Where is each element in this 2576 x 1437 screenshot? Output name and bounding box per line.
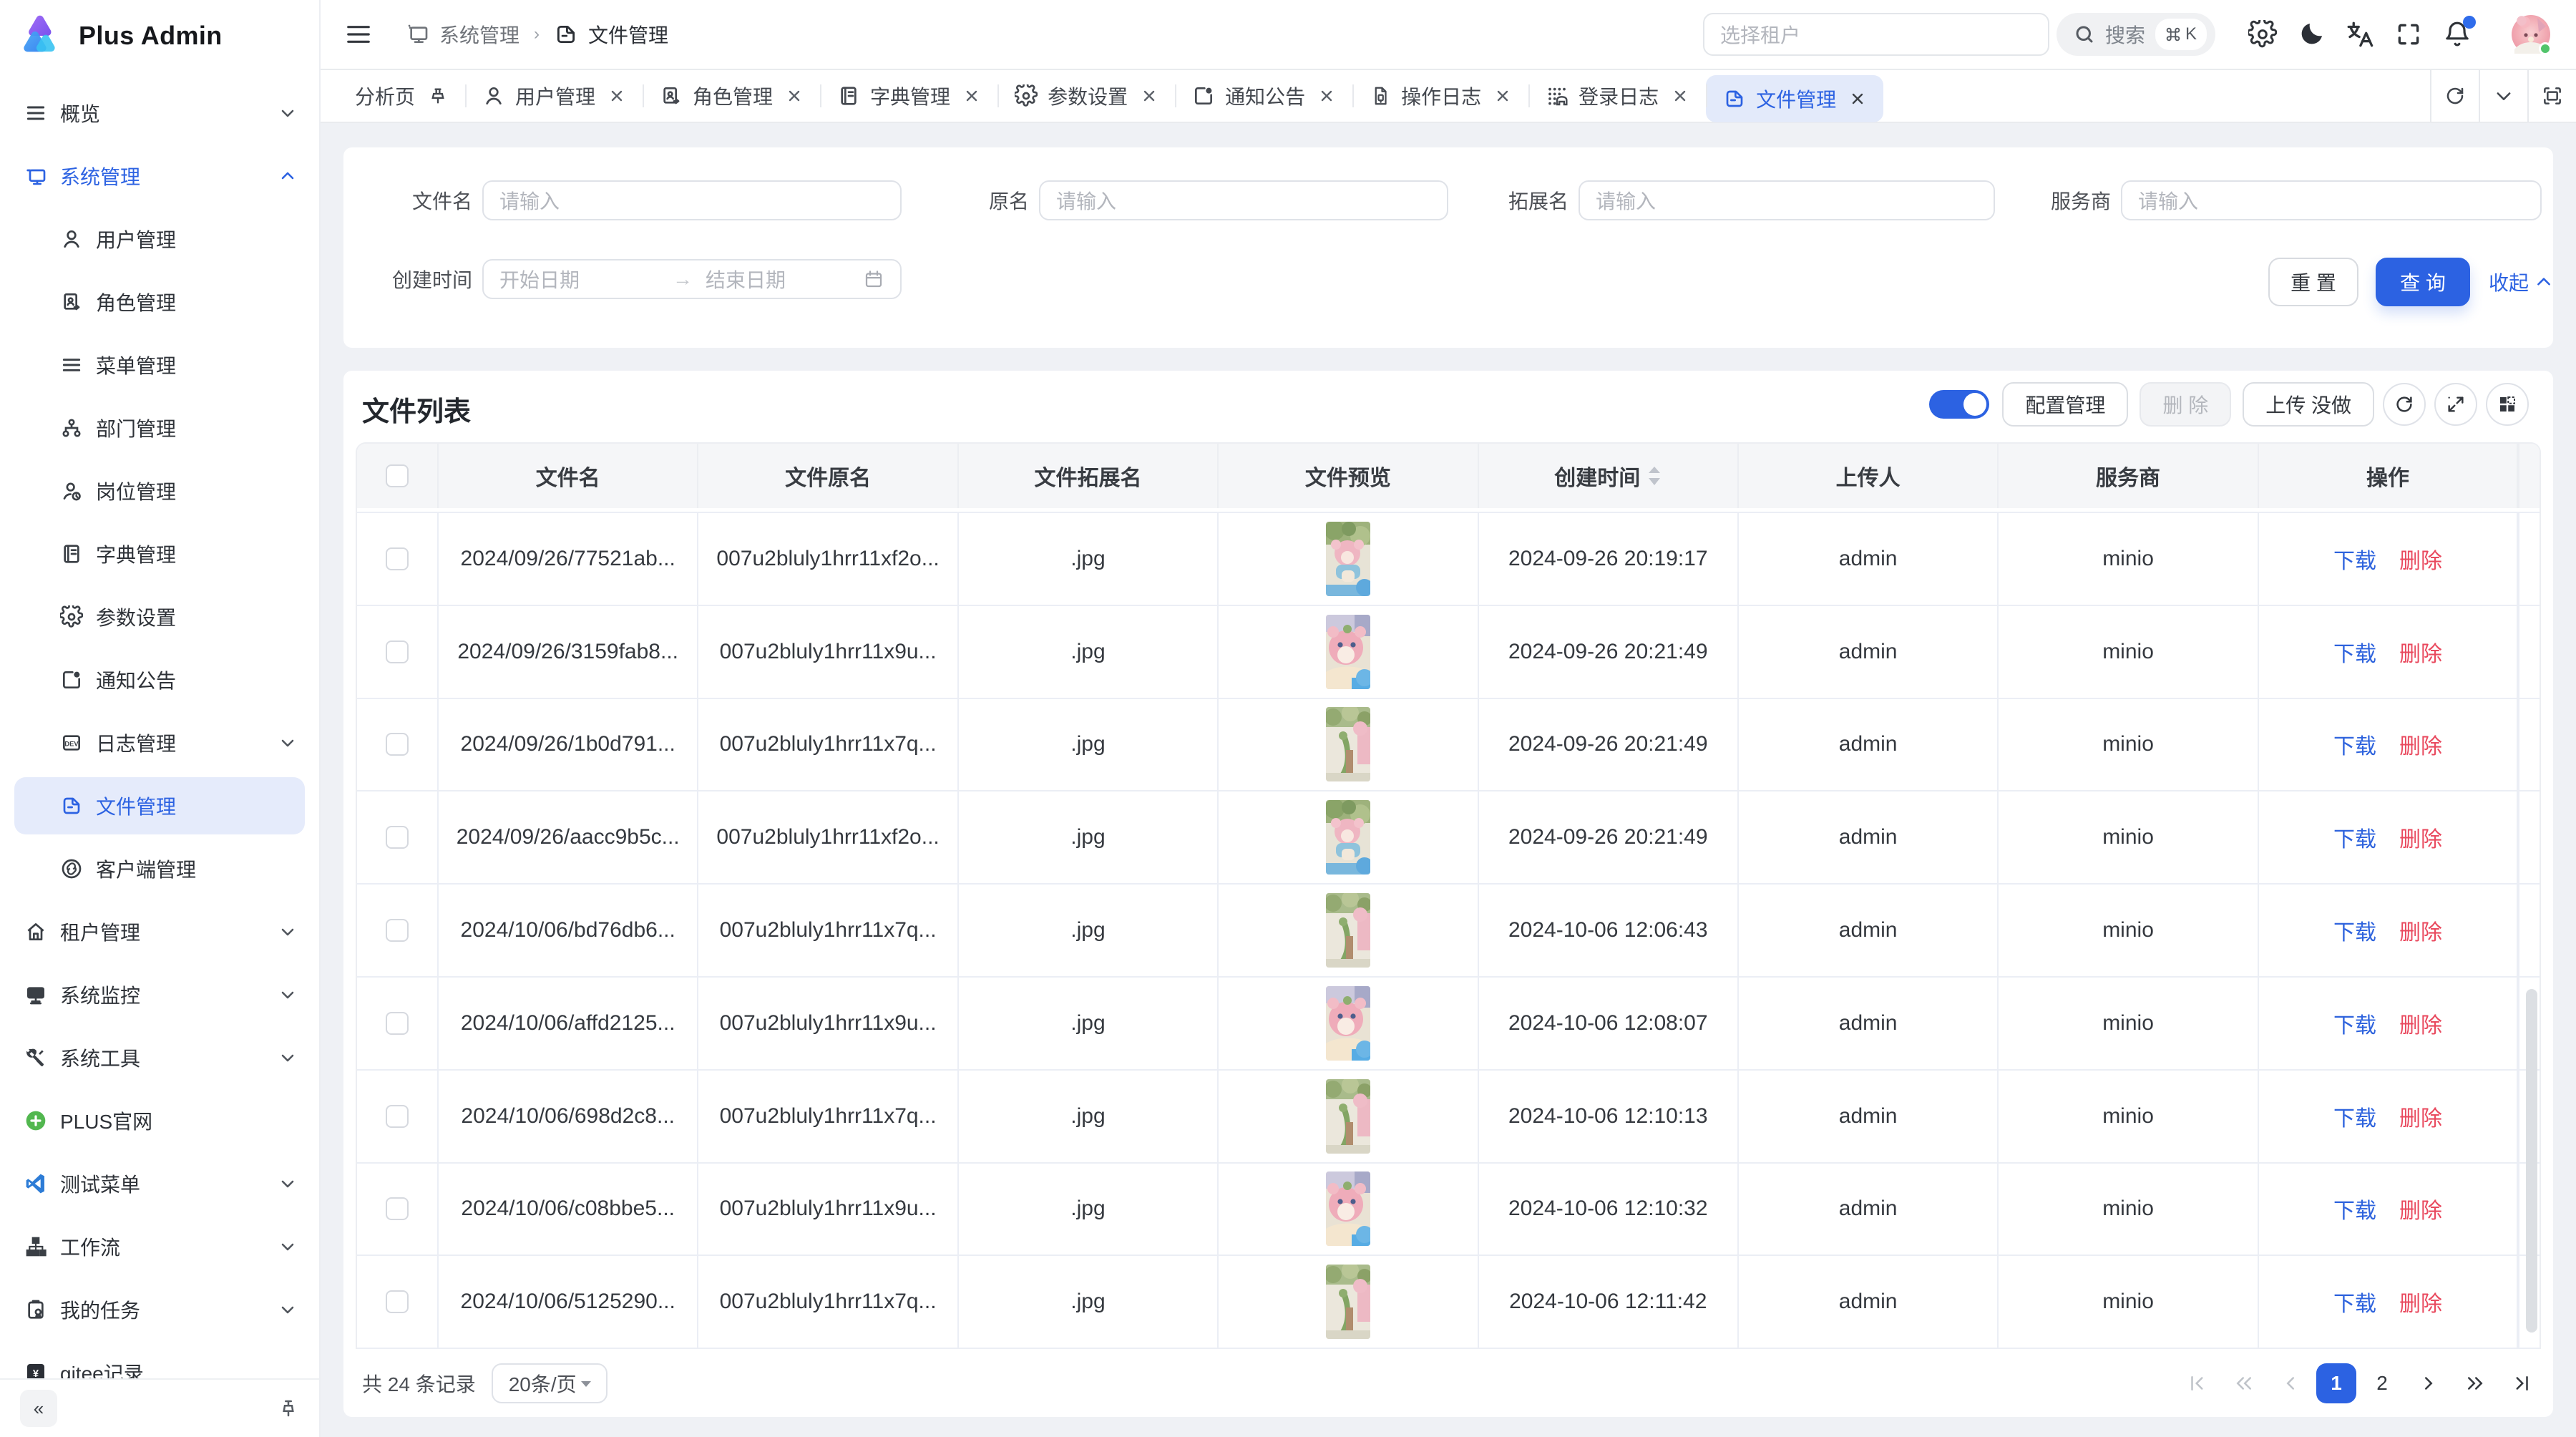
svg-text:DEV: DEV [64,741,79,748]
svg-text:¥: ¥ [33,1368,39,1378]
